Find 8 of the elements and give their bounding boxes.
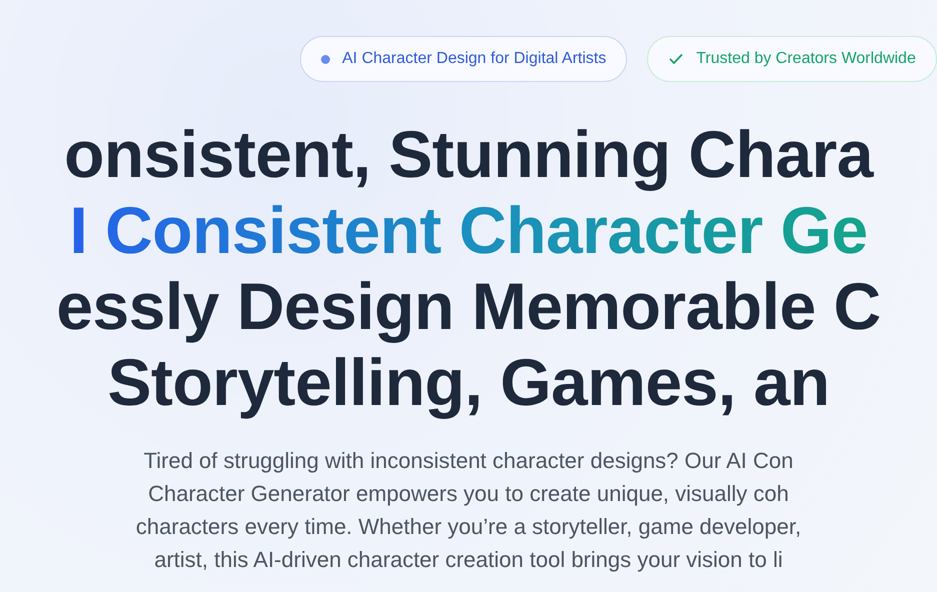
- badge-label: AI Character Design for Digital Artists: [342, 50, 606, 68]
- headline-line: Storytelling, Games, an: [107, 344, 830, 420]
- badge-label: Trusted by Creators Worldwide: [696, 50, 916, 68]
- headline-line: essly Design Memorable C: [56, 268, 881, 344]
- hero-description: Tired of struggling with inconsistent character designs? Our AI Con Character Generator empowers you to create unique, visually coh characters every time. Whether you’re a storyteller, game developer, artist, this AI-driven character creation tool brings your vision to li: [136, 447, 802, 574]
- headline-line: onsistent, Stunning Chara: [64, 116, 873, 192]
- check-icon: [668, 51, 684, 67]
- dot-icon: [321, 54, 330, 64]
